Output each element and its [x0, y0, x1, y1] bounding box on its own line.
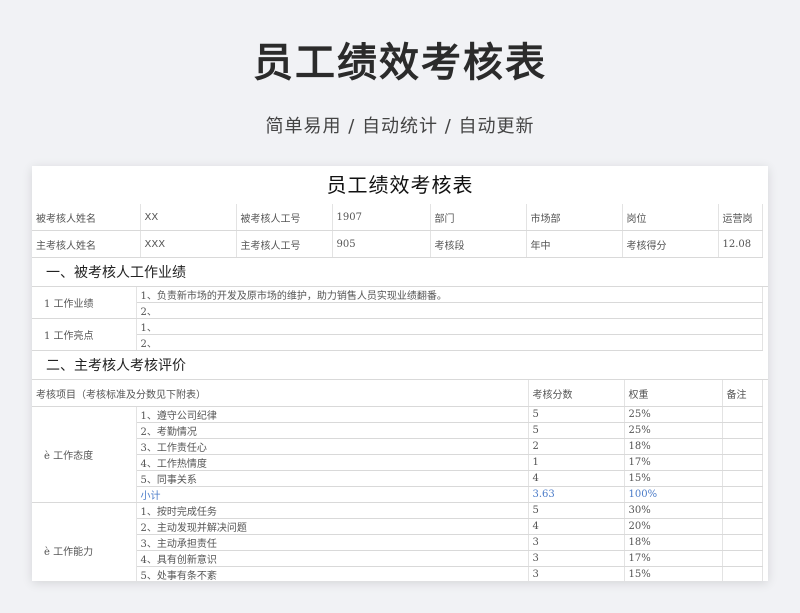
info-row-reviewer: 主考核人姓名 XXX 主考核人工号 905 考核段 年中 考核得分 12.08: [32, 230, 763, 258]
cell-item[interactable]: 4、具有创新意识: [136, 550, 529, 567]
cell-score[interactable]: 5: [528, 406, 625, 423]
evaluation-table: 考核项目（考核标准及分数见下附表） 考核分数 权重 备注 è 工作态度 1、遵守…: [32, 380, 763, 581]
group-label[interactable]: 1 工作业绩: [32, 287, 137, 319]
group-label[interactable]: è 工作能力: [32, 502, 137, 581]
cell-note[interactable]: [722, 534, 763, 551]
cell-weight[interactable]: 25%: [624, 422, 723, 439]
cell-note[interactable]: [722, 518, 763, 535]
cell-value[interactable]: 12.08: [718, 230, 763, 258]
cell-text[interactable]: 1、: [136, 318, 763, 335]
table-row: 5、处事有条不紊 3 15%: [32, 566, 763, 581]
info-table: 被考核人姓名 XX 被考核人工号 1907 部门 市场部 岗位 运营岗 主考核人…: [32, 204, 763, 258]
cell-note[interactable]: [722, 454, 763, 471]
cell-note[interactable]: [722, 550, 763, 567]
cell-label[interactable]: 岗位: [622, 204, 719, 231]
cell-label[interactable]: 被考核人工号: [236, 204, 333, 231]
subtotal-row: 小计 3.63 100%: [32, 486, 763, 503]
table-row: 1 工作亮点 1、: [32, 318, 763, 351]
subtotal-label[interactable]: 小计: [136, 486, 529, 503]
cell-label[interactable]: 部门: [430, 204, 527, 231]
group-label[interactable]: è 工作态度: [32, 406, 137, 503]
table-row: è 工作能力 1、按时完成任务 5 30%: [32, 502, 763, 581]
info-row-reviewee: 被考核人姓名 XX 被考核人工号 1907 部门 市场部 岗位 运营岗: [32, 204, 763, 231]
cell-item[interactable]: 3、主动承担责任: [136, 534, 529, 551]
cell-text[interactable]: 1、负责新市场的开发及原市场的维护，助力销售人员实现业绩翻番。: [136, 287, 763, 303]
table-row: 4、工作热情度 1 17%: [32, 454, 763, 471]
eval-header-row: 考核项目（考核标准及分数见下附表） 考核分数 权重 备注: [32, 380, 763, 407]
cell-item[interactable]: 2、主动发现并解决问题: [136, 518, 529, 535]
hero-subtitle: 简单易用 / 自动统计 / 自动更新: [265, 116, 535, 137]
table-row: 2、: [32, 334, 763, 351]
cell-value[interactable]: 运营岗: [718, 204, 763, 231]
cell-label[interactable]: 考核得分: [622, 230, 719, 258]
cell-item[interactable]: 5、处事有条不紊: [136, 566, 529, 581]
cell-label[interactable]: 被考核人姓名: [32, 204, 141, 231]
cell-score[interactable]: 4: [528, 470, 625, 487]
cell-weight[interactable]: 18%: [624, 534, 723, 551]
cell-score[interactable]: 1: [528, 454, 625, 471]
header-weight[interactable]: 权重: [624, 380, 723, 407]
cell-weight[interactable]: 15%: [624, 566, 723, 581]
cell-note[interactable]: [722, 422, 763, 439]
cell-note[interactable]: [722, 470, 763, 487]
cell-item[interactable]: 1、按时完成任务: [136, 502, 529, 519]
cell-value[interactable]: 905: [332, 230, 431, 258]
cell-note[interactable]: [722, 566, 763, 581]
subtotal-score[interactable]: 3.63: [528, 486, 625, 503]
table-row: 2、考勤情况 5 25%: [32, 422, 763, 439]
table-row: è 工作态度 1、遵守公司纪律 5 25%: [32, 406, 763, 503]
cell-item[interactable]: 2、考勤情况: [136, 422, 529, 439]
cell-weight[interactable]: 18%: [624, 438, 723, 455]
work-table: 1 工作业绩 1、负责新市场的开发及原市场的维护，助力销售人员实现业绩翻番。 2…: [32, 287, 763, 351]
table-row: 4、具有创新意识 3 17%: [32, 550, 763, 567]
cell-label[interactable]: 主考核人工号: [236, 230, 333, 258]
table-row: 1 工作业绩 1、负责新市场的开发及原市场的维护，助力销售人员实现业绩翻番。: [32, 287, 763, 319]
cell-note[interactable]: [722, 502, 763, 519]
cell-value[interactable]: 年中: [526, 230, 623, 258]
cell-score[interactable]: 4: [528, 518, 625, 535]
cell-value[interactable]: 1907: [332, 204, 431, 231]
cell-label[interactable]: 考核段: [430, 230, 527, 258]
cell-note[interactable]: [722, 406, 763, 423]
cell-weight[interactable]: 17%: [624, 550, 723, 567]
cell-text[interactable]: 2、: [136, 302, 763, 319]
cell-weight[interactable]: 15%: [624, 470, 723, 487]
hero-title: 员工绩效考核表: [253, 40, 547, 86]
header-note[interactable]: 备注: [722, 380, 763, 407]
cell-item[interactable]: 1、遵守公司纪律: [136, 406, 529, 423]
cell-item[interactable]: 3、工作责任心: [136, 438, 529, 455]
spreadsheet-preview: 员工绩效考核表 被考核人姓名 XX 被考核人工号 1907 部门 市场部 岗位 …: [32, 166, 768, 581]
header-score[interactable]: 考核分数: [528, 380, 625, 407]
cell-weight[interactable]: 30%: [624, 502, 723, 519]
cell-value[interactable]: 市场部: [526, 204, 623, 231]
section-2-title: 二、主考核人考核评价: [32, 351, 768, 380]
cell-item[interactable]: 4、工作热情度: [136, 454, 529, 471]
table-row: 3、主动承担责任 3 18%: [32, 534, 763, 551]
table-row: 5、同事关系 4 15%: [32, 470, 763, 487]
cell-value[interactable]: XX: [140, 204, 237, 231]
sheet-title: 员工绩效考核表: [326, 173, 474, 197]
table-row: 2、主动发现并解决问题 4 20%: [32, 518, 763, 535]
cell-text[interactable]: 2、: [136, 334, 763, 351]
cell-score[interactable]: 5: [528, 422, 625, 439]
cell-label[interactable]: 主考核人姓名: [32, 230, 141, 258]
section-1-title: 一、被考核人工作业绩: [32, 258, 768, 287]
header-item[interactable]: 考核项目（考核标准及分数见下附表）: [32, 380, 529, 407]
cell-score[interactable]: 2: [528, 438, 625, 455]
cell-note[interactable]: [722, 486, 763, 503]
cell-score[interactable]: 5: [528, 502, 625, 519]
cell-weight[interactable]: 25%: [624, 406, 723, 423]
cell-note[interactable]: [722, 438, 763, 455]
subtotal-weight[interactable]: 100%: [624, 486, 723, 503]
group-label[interactable]: 1 工作亮点: [32, 318, 137, 351]
cell-value[interactable]: XXX: [140, 230, 237, 258]
cell-item[interactable]: 5、同事关系: [136, 470, 529, 487]
cell-weight[interactable]: 17%: [624, 454, 723, 471]
cell-score[interactable]: 3: [528, 534, 625, 551]
cell-score[interactable]: 3: [528, 566, 625, 581]
table-row: 3、工作责任心 2 18%: [32, 438, 763, 455]
cell-score[interactable]: 3: [528, 550, 625, 567]
table-row: 2、: [32, 302, 763, 319]
cell-weight[interactable]: 20%: [624, 518, 723, 535]
